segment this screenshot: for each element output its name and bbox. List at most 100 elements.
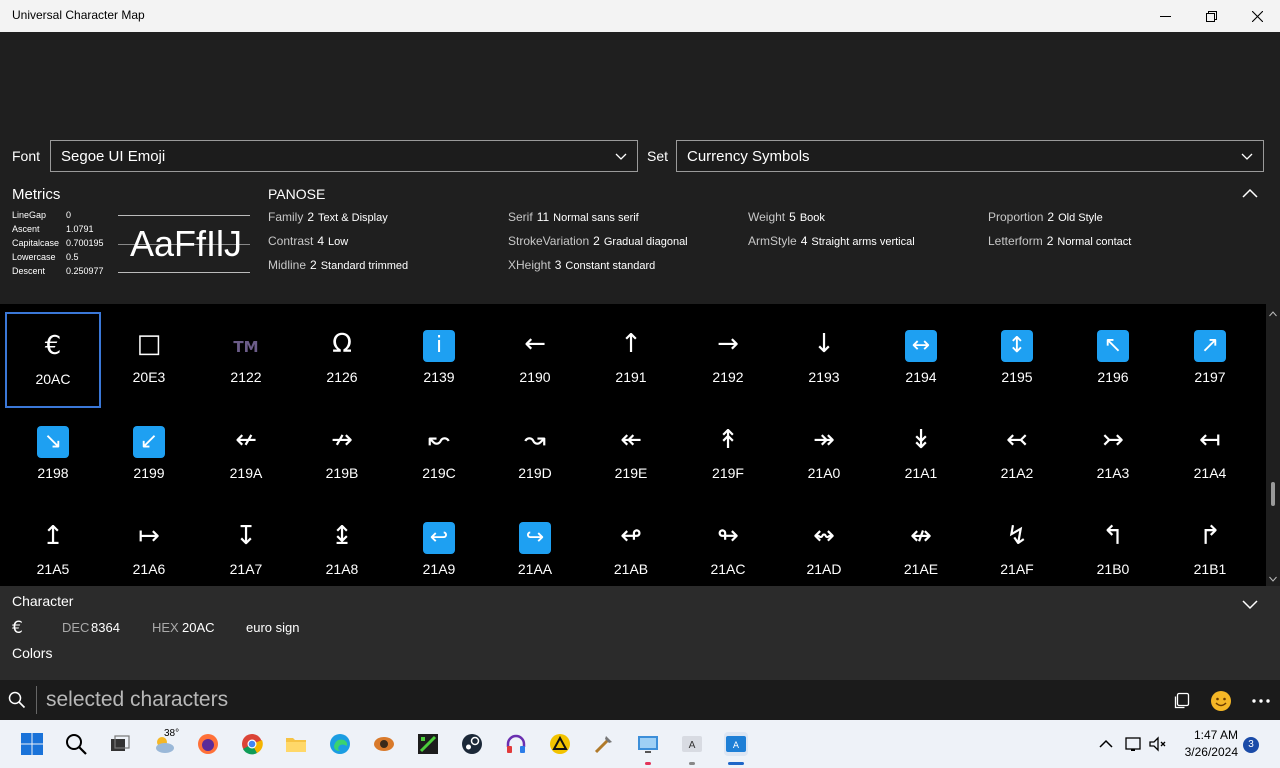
scroll-down-icon[interactable] (1269, 576, 1277, 582)
panose-name: Contrast (268, 234, 314, 248)
character-map-icon: A (726, 736, 746, 752)
panose-item: Weight 5 Book (748, 210, 825, 224)
character-cell[interactable]: ↓ 2193 (776, 312, 872, 408)
selected-character-glyph: € (12, 618, 23, 638)
character-cell[interactable]: ↛ 219B (294, 408, 390, 504)
edge-icon (330, 734, 350, 754)
font-dropdown[interactable]: Segoe UI Emoji (50, 140, 638, 172)
metric-row: LineGap 0 (12, 210, 71, 220)
panose-value: 4 (317, 234, 325, 248)
character-cell[interactable]: TM 2122 (198, 312, 294, 408)
start-button[interactable] (20, 732, 44, 756)
preview-text: AaFfIlJ (130, 223, 243, 264)
close-button[interactable] (1234, 0, 1280, 32)
volume-tray-button[interactable] (1146, 732, 1170, 756)
firefox-taskbar-button[interactable] (196, 732, 220, 756)
glyph-text: ↨ (331, 521, 353, 551)
chrome-taskbar-button[interactable] (240, 732, 264, 756)
more-options-button[interactable] (1250, 690, 1272, 712)
universal-character-map-taskbar-button[interactable]: A (724, 732, 748, 756)
glyph-text: ↦ (138, 521, 160, 551)
audio-app-taskbar-button[interactable] (504, 732, 528, 756)
network-tray-button[interactable] (1122, 732, 1146, 756)
character-cell[interactable]: ↚ 219A (198, 408, 294, 504)
app-taskbar-button-green[interactable] (416, 732, 440, 756)
emoji-button[interactable] (1210, 690, 1232, 712)
steam-taskbar-button[interactable] (460, 732, 484, 756)
character-glyph: ↛ (294, 422, 390, 458)
character-cell[interactable]: □ 20E3 (101, 312, 197, 408)
file-explorer-taskbar-button[interactable] (284, 732, 308, 756)
character-code: 21AD (806, 561, 842, 577)
app-taskbar-button-triangle[interactable] (548, 732, 572, 756)
tools-icon (594, 736, 612, 754)
metric-key: Descent (12, 266, 46, 276)
character-glyph: ↦ (101, 518, 197, 554)
search-icon (66, 734, 87, 755)
character-cell[interactable]: ↝ 219D (487, 408, 583, 504)
character-cell[interactable]: ↑ 2191 (583, 312, 679, 408)
character-cell[interactable]: i 2139 (391, 312, 487, 408)
character-code: 219D (518, 465, 552, 481)
app-taskbar-button-tools[interactable] (592, 732, 616, 756)
clock[interactable]: 1:47 AM 3/26/2024 (1176, 728, 1238, 759)
task-view-button[interactable] (108, 732, 132, 756)
search-input[interactable] (46, 684, 1146, 716)
character-cell[interactable]: ↔ 2194 (873, 312, 969, 408)
character-cell[interactable]: ← 2190 (487, 312, 583, 408)
character-cell[interactable]: → 2192 (680, 312, 776, 408)
character-code: 2197 (1194, 369, 1226, 385)
glyph-text: i (423, 330, 455, 362)
character-cell[interactable]: ↟ 219F (680, 408, 776, 504)
chevron-up-icon[interactable] (1241, 187, 1259, 199)
monitor-app-icon (638, 736, 658, 753)
copy-button[interactable] (1170, 690, 1192, 712)
notification-badge[interactable]: 3 (1243, 737, 1259, 753)
minimize-button[interactable] (1142, 0, 1188, 32)
character-cell[interactable]: €20AC (5, 312, 101, 408)
character-cell[interactable]: ↘ 2198 (5, 408, 101, 504)
metric-value: 0.5 (66, 252, 79, 262)
scrollbar-thumb[interactable] (1271, 482, 1275, 506)
character-cell[interactable]: ↠ 21A0 (776, 408, 872, 504)
restore-button[interactable] (1188, 0, 1234, 32)
svg-text:A: A (689, 740, 696, 751)
character-glyph: ↚ (198, 422, 294, 458)
character-cell[interactable]: ↖ 2196 (1065, 312, 1161, 408)
more-icon (1252, 699, 1270, 703)
character-cell[interactable]: ↤ 21A4 (1162, 408, 1258, 504)
set-dropdown[interactable]: Currency Symbols (676, 140, 1264, 172)
panose-description: Standard trimmed (320, 260, 409, 272)
glyph-text: ↯ (1006, 521, 1028, 551)
tray-overflow-button[interactable] (1094, 732, 1118, 756)
glyph-text: ↟ (717, 425, 739, 455)
character-cell[interactable]: ↞ 219E (583, 408, 679, 504)
headphones-icon (506, 734, 526, 753)
metric-row: Descent 0.250977 (12, 266, 104, 276)
character-cell[interactable]: ↢ 21A2 (969, 408, 1065, 504)
character-code: 219C (422, 465, 456, 481)
character-cell[interactable]: ↣ 21A3 (1065, 408, 1161, 504)
app-taskbar-button-monitor[interactable] (636, 732, 660, 756)
character-code: 2195 (1001, 369, 1033, 385)
glyph-text: ↠ (813, 425, 835, 455)
character-code: 21A1 (904, 465, 938, 481)
panose-description: Normal sans serif (553, 212, 639, 224)
app-taskbar-button-char[interactable]: A (680, 732, 704, 756)
character-cell[interactable]: ↜ 219C (391, 408, 487, 504)
character-cell[interactable]: ↗ 2197 (1162, 312, 1258, 408)
scroll-up-icon[interactable] (1269, 311, 1277, 317)
taskbar-search-button[interactable] (64, 732, 88, 756)
character-cell[interactable]: ↡ 21A1 (873, 408, 969, 504)
metric-key: Ascent (12, 224, 40, 234)
app-taskbar-button-eye[interactable] (372, 732, 396, 756)
panose-title: PANOSE (268, 186, 326, 202)
character-code: 219E (614, 465, 648, 481)
character-cell[interactable]: ↕ 2195 (969, 312, 1065, 408)
grid-scrollbar[interactable] (1266, 304, 1280, 586)
edge-taskbar-button[interactable] (328, 732, 352, 756)
chevron-down-icon[interactable] (1241, 598, 1259, 610)
character-cell[interactable]: ↙ 2199 (101, 408, 197, 504)
search-icon[interactable] (8, 691, 26, 709)
character-cell[interactable]: Ω 2126 (294, 312, 390, 408)
